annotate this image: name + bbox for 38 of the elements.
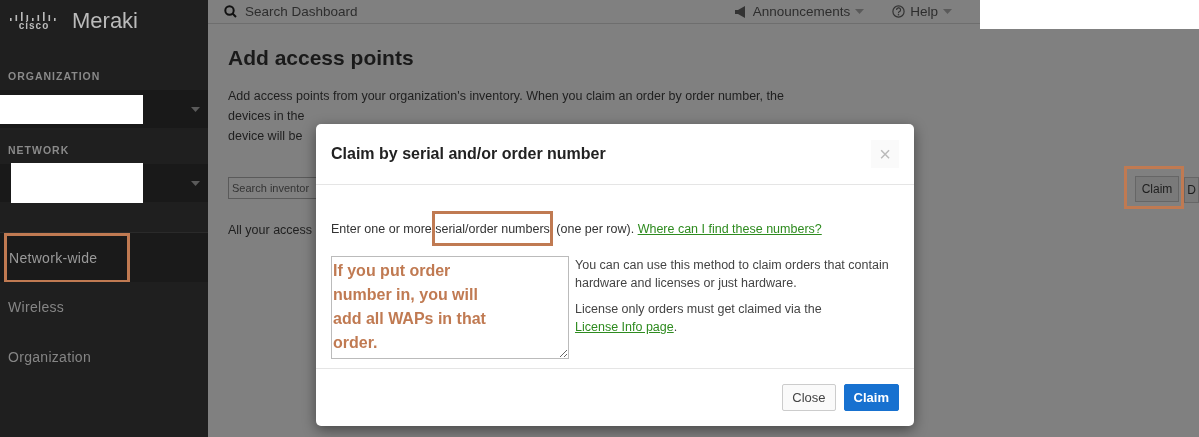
claim-button[interactable]: Claim [1134, 176, 1180, 202]
instruction-text: (one per row). [555, 221, 636, 236]
dialog-title: Claim by serial and/or order number [331, 145, 607, 163]
search-field[interactable]: Search Dashboard [245, 4, 726, 19]
help-text: License only orders must get claimed via the License Info page. [575, 301, 823, 336]
intro-text: devices in the [228, 108, 306, 125]
instruction-text: Enter one or more [331, 221, 433, 236]
nav-item[interactable]: Network-wide [0, 232, 208, 282]
cisco-bars-icon [10, 11, 58, 21]
product-name: Meraki [72, 8, 138, 34]
search-icon [224, 5, 237, 18]
menu-dropdown[interactable]: Announcements [733, 4, 865, 19]
page-button[interactable]: D [1184, 177, 1199, 203]
claim-button[interactable]: Claim [843, 384, 899, 411]
intro-text: device will be [228, 128, 304, 145]
megaphone-icon [733, 5, 748, 18]
menu-label: Help [910, 4, 938, 19]
menu-label: Announcements [752, 4, 851, 19]
section-heading: NETWORK [7, 144, 71, 156]
note-text: All your access [228, 223, 313, 237]
help-icon [892, 5, 906, 18]
help-text: You can can use this method to claim orders that contain hardware and licenses or just hardware. [575, 257, 890, 292]
license-link[interactable]: License Info page [575, 320, 674, 334]
caret-icon [855, 9, 865, 14]
logo-text: cisco [18, 21, 50, 31]
highlighted-text: serial/order numbers [432, 211, 553, 246]
menu-dropdown[interactable]: Help [892, 4, 952, 19]
close-button[interactable]: Close [782, 384, 836, 411]
serial-input-field[interactable]: If you put order number in, you will add all WAPs in that order. [331, 256, 569, 359]
caret-icon [191, 180, 200, 186]
help-link[interactable]: Where can I find these numbers? [637, 221, 822, 236]
section-heading: ORGANIZATION [7, 70, 102, 82]
selector-dropdown[interactable] [0, 164, 208, 202]
caret-icon [943, 9, 952, 14]
intro-text: Add access points from your organization's inventory. When you claim an order by order number, the [228, 88, 785, 105]
selector-dropdown[interactable] [0, 90, 208, 128]
page-title: Add access points [228, 46, 415, 70]
caret-icon [191, 106, 200, 112]
